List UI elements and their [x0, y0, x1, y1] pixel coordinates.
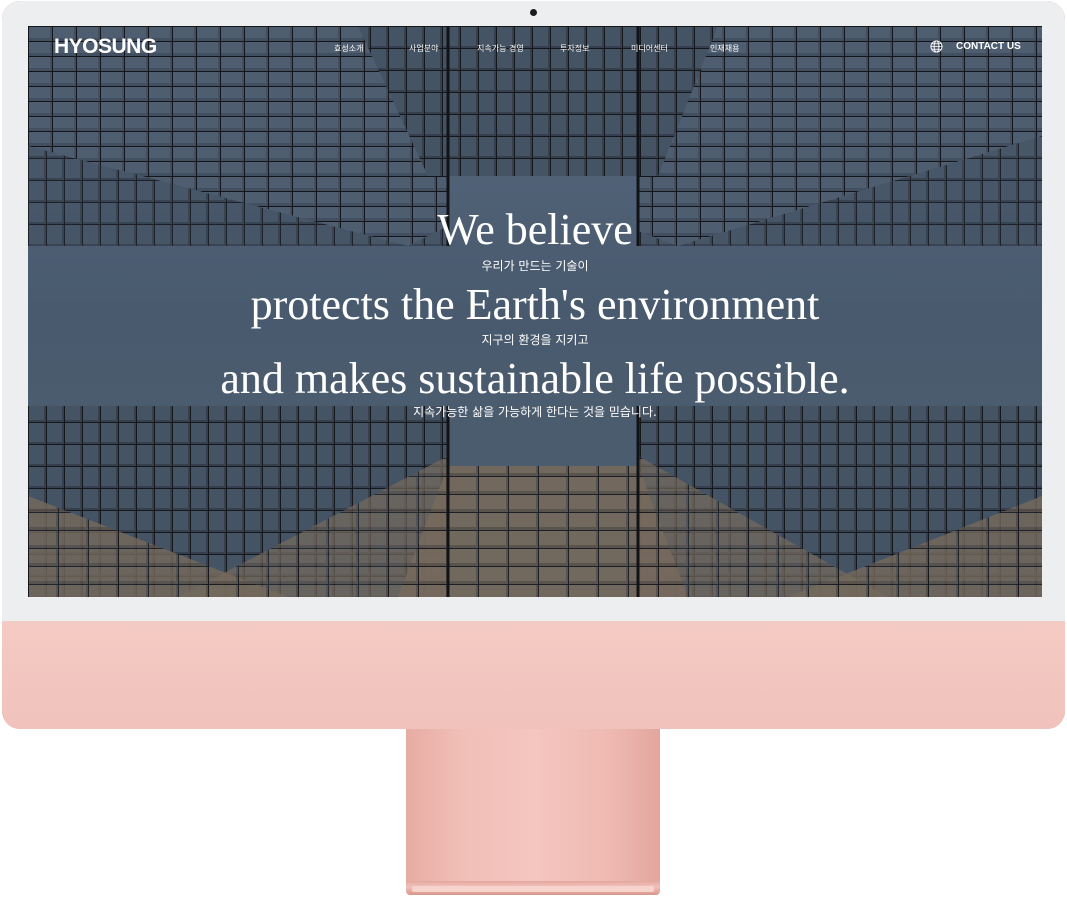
monitor-bezel: HYOSUNG 효성소개 사업분야 지속가능 경영 투자정보 미디어센터 인재채…: [2, 1, 1065, 621]
hero-line3-ko: 지속가능한 삶을 가능하게 한다는 것을 믿습니다.: [413, 405, 657, 419]
camera-icon: [530, 9, 537, 16]
hero-line2-ko: 지구의 환경을 지키고: [481, 333, 589, 347]
monitor-stand-foot: [412, 886, 654, 892]
monitor-stand: [406, 729, 660, 881]
hero-line1-ko: 우리가 만드는 기술이: [481, 259, 589, 273]
imac-monitor: HYOSUNG 효성소개 사업분야 지속가능 경영 투자정보 미디어센터 인재채…: [2, 1, 1065, 729]
hero-line1-en: We believe: [437, 205, 633, 254]
hero-section: We believe 우리가 만드는 기술이 protects the Eart…: [28, 26, 1042, 597]
monitor-chin: [2, 621, 1065, 729]
hero-line2-en: protects the Earth's environment: [250, 280, 820, 329]
hero-line3-en: and makes sustainable life possible.: [220, 354, 850, 403]
website-screen: HYOSUNG 효성소개 사업분야 지속가능 경영 투자정보 미디어센터 인재채…: [28, 26, 1042, 597]
